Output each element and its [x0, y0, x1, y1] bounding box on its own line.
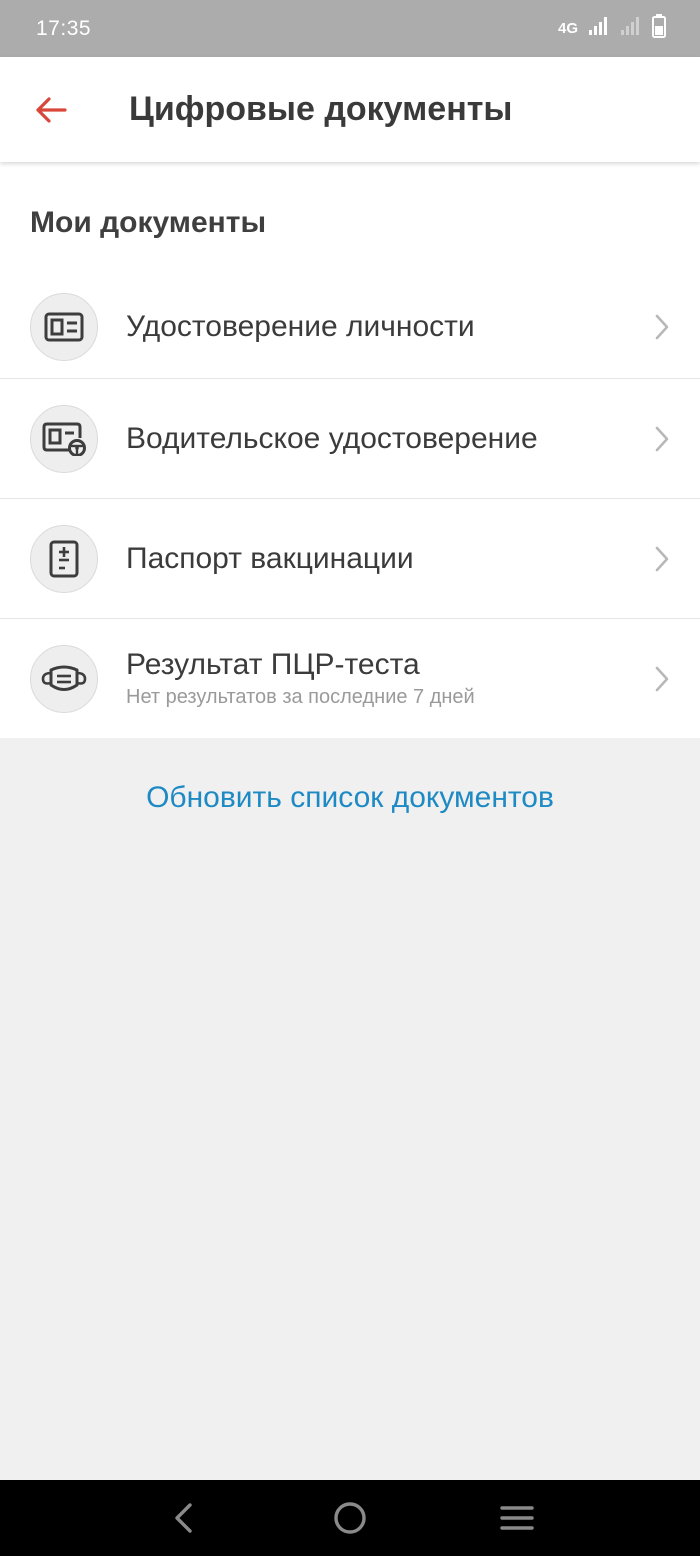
document-label: Удостоверение личности	[126, 310, 475, 343]
page-title: Цифровые документы	[129, 90, 513, 128]
signal-empty-icon	[620, 16, 642, 41]
nav-home-button[interactable]	[330, 1498, 370, 1538]
status-bar: 17:35 4G	[0, 0, 700, 57]
document-sublabel: Нет результатов за последние 7 дней	[126, 686, 475, 708]
app-bar: Цифровые документы	[0, 57, 700, 162]
document-item-vaccination[interactable]: Паспорт вакцинации	[0, 498, 700, 618]
section-title: Мои документы	[30, 206, 267, 239]
document-label: Водительское удостоверение	[126, 421, 538, 455]
back-button[interactable]	[25, 84, 77, 136]
battery-icon	[652, 14, 666, 43]
refresh-documents-link[interactable]: Обновить список документов	[146, 781, 554, 867]
network-type: 4G	[557, 20, 578, 37]
screen: 17:35 4G Цифровые документы Мои документ…	[0, 0, 700, 1556]
document-texts: Результат ПЦР-теста Нет результатов за п…	[126, 648, 475, 709]
document-item-driver-license[interactable]: Водительское удостоверение	[0, 378, 700, 498]
nav-menu-button[interactable]	[497, 1498, 537, 1538]
refresh-area: Обновить список документов	[0, 737, 700, 867]
id-card-icon	[30, 293, 98, 361]
status-time: 17:35	[36, 16, 92, 40]
signal-icon	[588, 16, 610, 41]
document-texts: Удостоверение личности	[126, 310, 475, 344]
document-label: Результат ПЦР-теста	[126, 648, 420, 681]
document-texts: Паспорт вакцинации	[126, 542, 414, 576]
documents-section: Мои документы Удостоверение личности Вод…	[0, 162, 700, 738]
document-item-id-card[interactable]: Удостоверение личности	[0, 276, 700, 378]
document-texts: Водительское удостоверение	[126, 422, 538, 456]
document-label: Паспорт вакцинации	[126, 541, 414, 575]
nav-back-icon	[175, 1503, 193, 1533]
chevron-right-icon	[655, 314, 669, 340]
mask-icon	[30, 644, 98, 713]
arrow-left-icon	[36, 96, 67, 123]
status-icons: 4G	[558, 14, 666, 43]
vaccination-document-icon	[30, 524, 98, 593]
chevron-right-icon	[655, 546, 669, 571]
nav-back-button[interactable]	[163, 1498, 203, 1538]
nav-menu-icon	[499, 1506, 534, 1530]
navigation-bar	[0, 1480, 700, 1556]
nav-home-icon	[334, 1502, 366, 1534]
chevron-right-icon	[655, 666, 669, 691]
document-item-pcr-test[interactable]: Результат ПЦР-теста Нет результатов за п…	[0, 618, 700, 738]
driver-license-icon	[30, 404, 98, 473]
chevron-right-icon	[655, 426, 669, 451]
